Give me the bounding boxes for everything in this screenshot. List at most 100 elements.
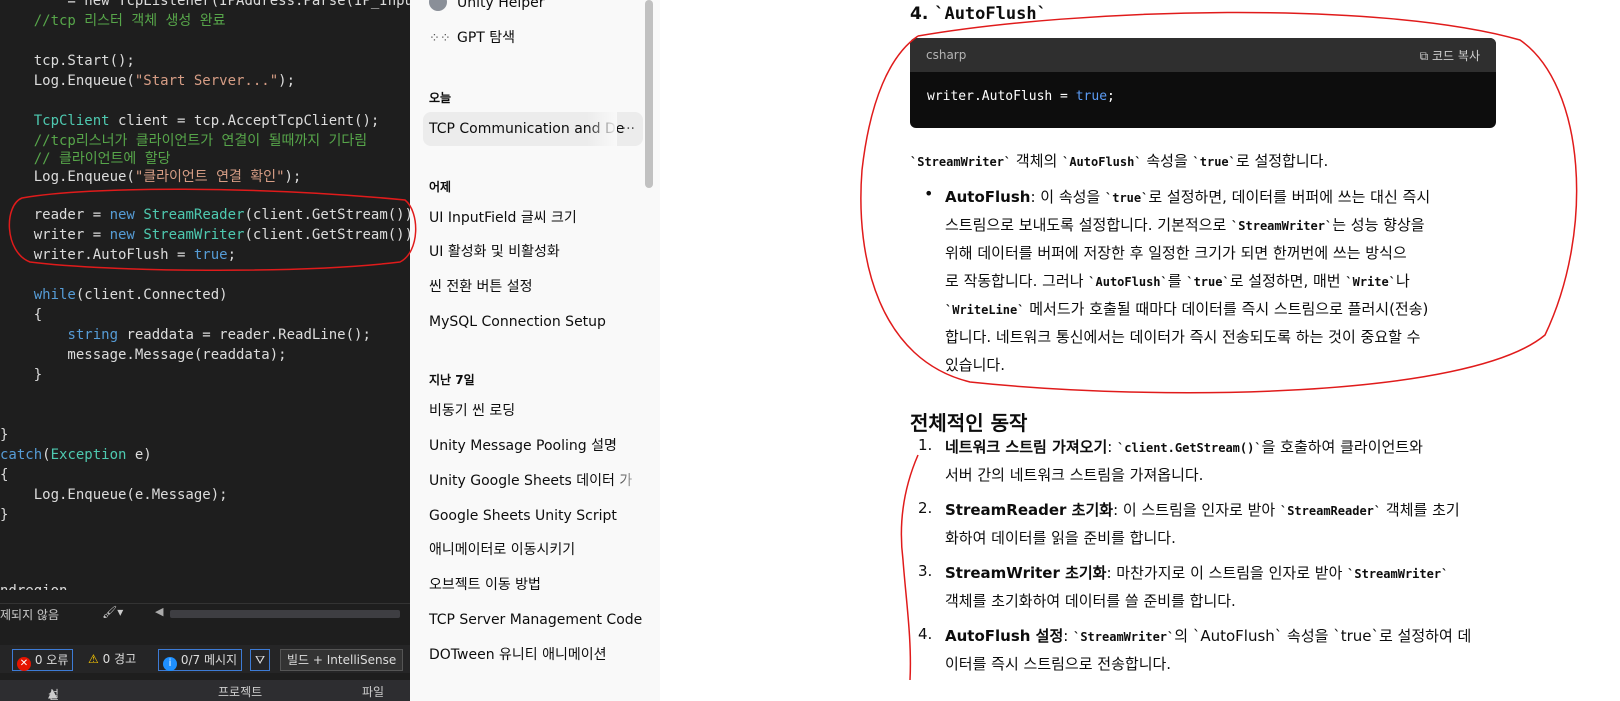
- sidebar-item-tcp-server[interactable]: TCP Server Management Code: [423, 603, 643, 637]
- code-token: client = tcp.AcceptTcpClient();: [109, 113, 380, 129]
- avatar-icon: [429, 0, 447, 11]
- code-line: Log.Enqueue(e.Message);: [0, 486, 228, 504]
- code-token: (client.GetStream());: [244, 227, 410, 243]
- code-token: new: [109, 227, 135, 243]
- sidebar-item-animator-move[interactable]: 애니메이터로 이동시키기: [423, 533, 643, 567]
- editor-status-bar: 제되지 않음 🖌▾ ◀: [0, 603, 410, 624]
- scroll-left-icon[interactable]: ◀: [155, 605, 163, 618]
- code-token: new TcpListener(IPAddress.Parse(IP_Input…: [84, 0, 410, 9]
- code-token: StreamReader: [143, 207, 245, 223]
- code-token: Exception: [50, 447, 127, 463]
- sidebar-item-scene-button[interactable]: 씬 전환 버튼 설정: [423, 270, 643, 304]
- step-line: 서버 간의 네트워크 스트림을 가져옵니다.: [945, 466, 1204, 484]
- code-line: tcp.Start();: [0, 52, 135, 70]
- messages-filter-button[interactable]: i 0/7 메시지: [158, 649, 243, 671]
- code-token: ndregion: [0, 583, 67, 590]
- info-icon: i: [163, 657, 177, 671]
- sidebar-item-google-sheets-script[interactable]: Google Sheets Unity Script: [423, 499, 643, 533]
- sidebar-item-gpt-explore[interactable]: ⁘⁘ GPT 탐색: [423, 21, 643, 55]
- code-line: catch(Exception e): [0, 446, 152, 464]
- bullet-line: 스트림으로 보내도록 설정합니다. 기본적으로 `StreamWriter`는 …: [945, 216, 1425, 234]
- step-number: 4.: [918, 625, 933, 643]
- code-token: Log.Enqueue(e.Message);: [0, 487, 228, 503]
- code-line: writer.AutoFlush = true;: [0, 246, 236, 264]
- bullet-line: 합니다. 네트워크 통신에서는 데이터가 즉시 전송되도록 하는 것이 중요할 …: [945, 328, 1421, 346]
- sidebar-item-async-scene[interactable]: 비동기 씬 로딩: [423, 394, 643, 428]
- code-token: readdata = reader.ReadLine();: [118, 327, 371, 343]
- step-line: 네트워크 스트림 가져오기: `client.GetStream()`을 호출하…: [945, 438, 1423, 456]
- step-line: 객체를 초기화하여 데이터를 쓸 준비를 합니다.: [945, 592, 1236, 610]
- code-block: csharp ⧉ 코드 복사 writer.AutoFlush = true;: [910, 38, 1496, 128]
- code-line: {: [0, 306, 42, 324]
- sidebar-item-label: Unity Helper: [457, 0, 545, 11]
- sidebar-item-label: GPT 탐색: [457, 30, 516, 46]
- errors-filter-button[interactable]: ✕ 0 오류: [12, 649, 74, 671]
- code-line: }: [0, 426, 8, 444]
- sidebar-item-message-pooling[interactable]: Unity Message Pooling 설명: [423, 429, 643, 463]
- code-area[interactable]: = new TcpListener(IPAddress.Parse(IP_Inp…: [0, 0, 410, 590]
- code-token: ;: [227, 247, 237, 263]
- code-token: {: [0, 307, 43, 323]
- copy-code-button[interactable]: ⧉ 코드 복사: [1420, 47, 1480, 64]
- code-token: "Start Server...": [134, 73, 279, 89]
- code-token: e): [126, 447, 152, 463]
- issues-status-text: 제되지 않음: [0, 608, 60, 622]
- code-line: writer = new StreamWriter(client.GetStre…: [0, 226, 410, 244]
- build-filter-dropdown[interactable]: 빌드 + IntelliSense: [280, 649, 404, 671]
- horizontal-scrollbar[interactable]: [170, 610, 400, 618]
- section-title-yesterday: 어제: [429, 180, 452, 194]
- code-line: string readdata = reader.ReadLine();: [0, 326, 371, 344]
- bullet-icon: •: [924, 184, 934, 203]
- sidebar-item-dotween[interactable]: DOTween 유니티 애니메이션: [423, 638, 643, 672]
- code-token: message.Message(readdata);: [0, 347, 287, 363]
- column-file[interactable]: 파일: [362, 683, 384, 700]
- warnings-label: 0 경고: [102, 652, 137, 666]
- sidebar-item-tcp-communication[interactable]: TCP Communication and De ···: [423, 112, 643, 146]
- filter-icon[interactable]: ⛛: [250, 649, 271, 671]
- sidebar-scrollbar[interactable]: [645, 0, 653, 188]
- code-token: // 클라이언트에 할당: [0, 151, 171, 167]
- section-heading-overall: 전체적인 동작: [910, 411, 1028, 435]
- step-line: AutoFlush 설정: `StreamWriter`의 `AutoFlush…: [945, 627, 1472, 645]
- code-token: writer =: [0, 227, 110, 243]
- sidebar-item-unity-helper[interactable]: Unity Helper: [423, 0, 643, 20]
- sidebar-item-inputfield-font[interactable]: UI InputField 글씨 크기: [423, 201, 643, 235]
- bullet-line: AutoFlush: 이 속성을 `true`로 설정하면, 데이터를 버퍼에 …: [945, 188, 1431, 206]
- warnings-filter-button[interactable]: ⚠ 0 경고: [88, 649, 136, 669]
- code-token: =: [0, 0, 85, 9]
- brush-dropdown-icon[interactable]: 🖌▾: [102, 605, 123, 619]
- code-line: }: [0, 366, 42, 384]
- code-token: );: [284, 169, 302, 185]
- sidebar-item-object-move[interactable]: 오브젝트 이동 방법: [423, 568, 643, 602]
- code-line: //tcp 리스터 객체 생성 완료: [0, 12, 226, 30]
- code-token: "클라이언트 연결 확인": [134, 169, 285, 185]
- code-line: reader = new StreamReader(client.GetStre…: [0, 206, 410, 224]
- code-token: {: [0, 467, 9, 483]
- sidebar-item-mysql[interactable]: MySQL Connection Setup: [423, 305, 643, 339]
- messages-label: 0/7 메시지: [180, 653, 238, 667]
- code-token: }: [0, 367, 43, 383]
- section-title-today: 오늘: [429, 91, 452, 105]
- error-list-toolbar: ✕ 0 오류 ⚠ 0 경고 i 0/7 메시지 ⛛ 빌드 + IntelliSe…: [0, 645, 410, 673]
- grid-icon: ⁘⁘: [429, 31, 451, 46]
- code-snippet: writer.AutoFlush = true;: [927, 89, 1115, 104]
- code-token: );: [278, 73, 296, 89]
- bullet-line: 위해 데이터를 버퍼에 저장한 후 일정한 크기가 되면 한꺼번에 쓰는 방식으: [945, 244, 1407, 262]
- code-token: string: [67, 327, 119, 343]
- column-project[interactable]: 프로젝트: [218, 683, 262, 700]
- code-token: TcpClient: [33, 113, 110, 129]
- code-token: (: [42, 447, 51, 463]
- code-line: message.Message(readdata);: [0, 346, 287, 364]
- code-language-label: csharp: [926, 48, 967, 62]
- code-token: true: [193, 247, 228, 263]
- code-line: while(client.Connected): [0, 286, 228, 304]
- code-token: (client.Connected): [75, 287, 228, 303]
- sidebar-item-google-sheets-data[interactable]: Unity Google Sheets 데이터 가: [423, 464, 643, 498]
- more-options-icon[interactable]: ···: [622, 112, 635, 146]
- code-token: }: [0, 427, 9, 443]
- copy-icon: ⧉: [1419, 49, 1429, 63]
- sidebar-item-ui-toggle[interactable]: UI 활성화 및 비활성화: [423, 235, 643, 269]
- code-block-header: csharp ⧉ 코드 복사: [910, 38, 1496, 72]
